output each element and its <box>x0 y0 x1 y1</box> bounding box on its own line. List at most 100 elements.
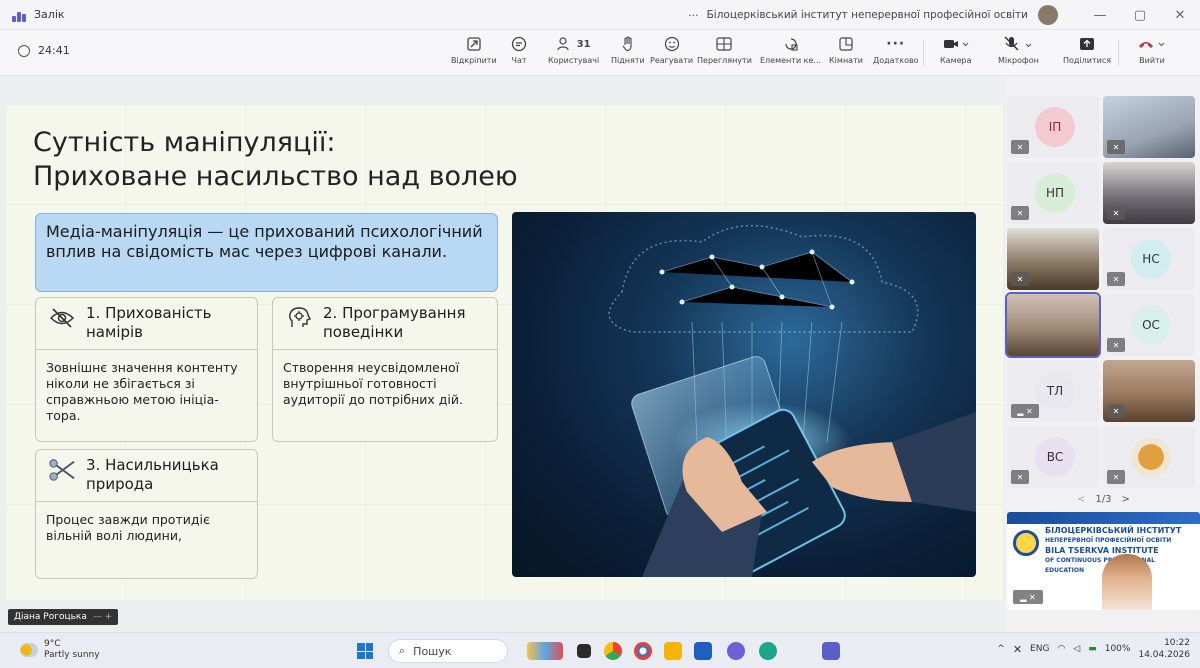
participant-avatar <box>1131 437 1171 477</box>
presenter-video-tile[interactable]: БІЛОЦЕРКІВСЬКИЙ ІНСТИТУТ НЕПЕРЕРВНОЇ ПРО… <box>1007 512 1200 610</box>
windows-taskbar: 9°C Partly sunny ⌕ Пошук ^ ✕ ENG ◠ ◁ ▬ 1… <box>0 632 1200 668</box>
react-icon <box>664 34 680 54</box>
participant-tile[interactable]: НС ✕ <box>1103 228 1195 290</box>
title-bar: Залік ··· Білоцерківський інститут непер… <box>0 0 1200 30</box>
teams-icon[interactable] <box>822 642 840 660</box>
unpin-button[interactable]: Відкріпити <box>451 34 497 65</box>
taskbar-search[interactable]: ⌕ Пошук <box>388 639 508 663</box>
share-label: Поділитися <box>1063 56 1112 65</box>
presentation-slide: Сутність маніпуляції: Приховане насильст… <box>5 104 1003 600</box>
chevron-up-icon[interactable]: ^ <box>997 644 1005 654</box>
mic-off-icon: ✕ <box>1107 404 1125 418</box>
participant-tile[interactable]: ✕ <box>1103 162 1195 224</box>
participant-tile-active[interactable] <box>1005 292 1101 358</box>
battery-icon[interactable]: ▬ <box>1088 644 1097 654</box>
close-button[interactable]: ✕ <box>1160 8 1200 23</box>
leave-icon <box>1137 34 1167 54</box>
meeting-timer: 24:41 <box>18 44 70 57</box>
presenter-tag-controls[interactable]: — + <box>93 612 112 622</box>
leave-label: Вийти <box>1139 56 1165 65</box>
clock[interactable]: 10:22 14.04.2026 <box>1138 637 1190 661</box>
card-2-title: 2. Програмування поведінки <box>323 304 466 341</box>
share-icon <box>1079 34 1095 54</box>
card-1-title: 1. Прихованість намірів <box>86 304 212 341</box>
mic-off-icon: ✕ <box>1011 272 1029 286</box>
avatar[interactable] <box>1038 5 1058 25</box>
leave-button[interactable]: Вийти <box>1137 34 1167 65</box>
participant-tile[interactable]: ТЛ ▂ ✕ <box>1007 360 1099 422</box>
people-count: 31 <box>576 38 591 50</box>
participant-tile[interactable]: НП ✕ <box>1007 162 1099 224</box>
rooms-button[interactable]: Кімнати <box>829 34 863 65</box>
app-icon[interactable] <box>727 642 745 660</box>
chat-button[interactable]: Чат <box>511 34 527 65</box>
card-1-body: Зовнішнє значення контенту ніколи не збі… <box>46 360 238 423</box>
mic-off-icon: ✕ <box>1107 206 1125 220</box>
mic-off-icon: ✕ <box>1011 206 1029 220</box>
volume-icon[interactable]: ◁ <box>1073 644 1080 654</box>
card-hidden-intentions: 1. Прихованість намірів Зовнішнє значенн… <box>35 297 258 442</box>
rooms-label: Кімнати <box>829 56 863 65</box>
start-button[interactable] <box>357 643 373 659</box>
view-button[interactable]: Переглянути <box>697 34 752 65</box>
participant-tile[interactable]: ✕ <box>1103 96 1195 158</box>
widget-app-icon[interactable] <box>527 642 563 660</box>
shared-content-area: Сутність маніпуляції: Приховане насильст… <box>0 76 1005 632</box>
view-label: Переглянути <box>697 56 752 65</box>
unpin-label: Відкріпити <box>451 56 497 65</box>
prev-page-button[interactable]: < <box>1077 494 1085 505</box>
more-options-icon[interactable]: ··· <box>688 9 699 22</box>
participant-initials: ОС <box>1131 305 1171 345</box>
presenter-name: Діана Рогоцька <box>14 612 87 622</box>
apps-icon <box>783 34 799 54</box>
participant-tile[interactable]: ✕ <box>1103 426 1195 488</box>
presenter-name-tag[interactable]: Діана Рогоцька — + <box>8 609 119 625</box>
participants-pager: < 1/3 > <box>1077 494 1130 505</box>
people-button[interactable]: 31 Користувачі <box>548 34 599 65</box>
task-view-icon[interactable] <box>577 644 591 658</box>
participant-video <box>1007 294 1099 356</box>
share-button[interactable]: Поділитися <box>1063 34 1111 65</box>
camera-icon <box>943 34 969 54</box>
meeting-toolbar: 24:41 Відкріпити Чат 31 Користувачі Підн… <box>0 30 1200 76</box>
more-label: Додатково <box>873 56 919 65</box>
raise-hand-button[interactable]: Підняти <box>611 34 645 65</box>
banner-line-2: НЕПЕРЕРВНОЇ ПРОФЕСІЙНОЇ ОСВІТИ <box>1045 537 1172 544</box>
wifi-icon[interactable]: ◠ <box>1057 644 1065 654</box>
react-button[interactable]: Реагувати <box>650 34 693 65</box>
camera-button[interactable]: Камера <box>940 34 972 65</box>
language-indicator[interactable]: ENG <box>1030 644 1049 654</box>
edge-icon[interactable] <box>759 642 777 660</box>
participant-initials: ТЛ <box>1035 371 1075 411</box>
more-icon: ··· <box>886 36 906 52</box>
smartphone-network-illustration <box>512 212 976 577</box>
view-icon <box>716 34 733 54</box>
battery-percent: 100% <box>1104 644 1131 654</box>
definition-callout: Медіа-маніпуляція — це прихований психол… <box>35 213 498 292</box>
file-explorer-icon[interactable] <box>664 642 682 660</box>
copilot-icon[interactable] <box>604 642 622 660</box>
restore-button[interactable]: ▢ <box>1120 8 1160 23</box>
participant-tile[interactable]: ✕ <box>1103 360 1195 422</box>
card-violent-nature: 3. Насильницька природа Процес завжди пр… <box>35 449 258 579</box>
minimize-button[interactable]: — <box>1080 8 1120 23</box>
teams-logo-icon <box>12 8 28 22</box>
system-tray: ^ ✕ ENG ◠ ◁ ▬ 100% 10:22 14.04.2026 <box>997 637 1190 661</box>
microphone-button[interactable]: Мікрофон <box>998 34 1039 65</box>
weather-widget[interactable]: 9°C Partly sunny <box>20 639 100 661</box>
participant-tile[interactable]: ВС ✕ <box>1007 426 1099 488</box>
next-page-button[interactable]: > <box>1121 494 1129 505</box>
rooms-icon <box>838 34 854 54</box>
mic-off-icon[interactable]: ✕ <box>1013 643 1022 656</box>
clock-time: 10:22 <box>1164 638 1190 648</box>
apps-button[interactable]: Елементи ке... <box>760 34 821 65</box>
participant-initials: НП <box>1035 173 1075 213</box>
participant-tile[interactable]: ОС ✕ <box>1103 294 1195 356</box>
store-icon[interactable] <box>694 642 712 660</box>
clock-date: 14.04.2026 <box>1138 650 1190 660</box>
participant-tile[interactable]: ІП ✕ <box>1007 96 1099 158</box>
more-button[interactable]: ··· Додатково <box>873 34 919 65</box>
chrome-icon[interactable] <box>634 642 652 660</box>
mic-off-icon: ✕ <box>1107 470 1125 484</box>
participant-tile[interactable]: ✕ <box>1007 228 1099 290</box>
